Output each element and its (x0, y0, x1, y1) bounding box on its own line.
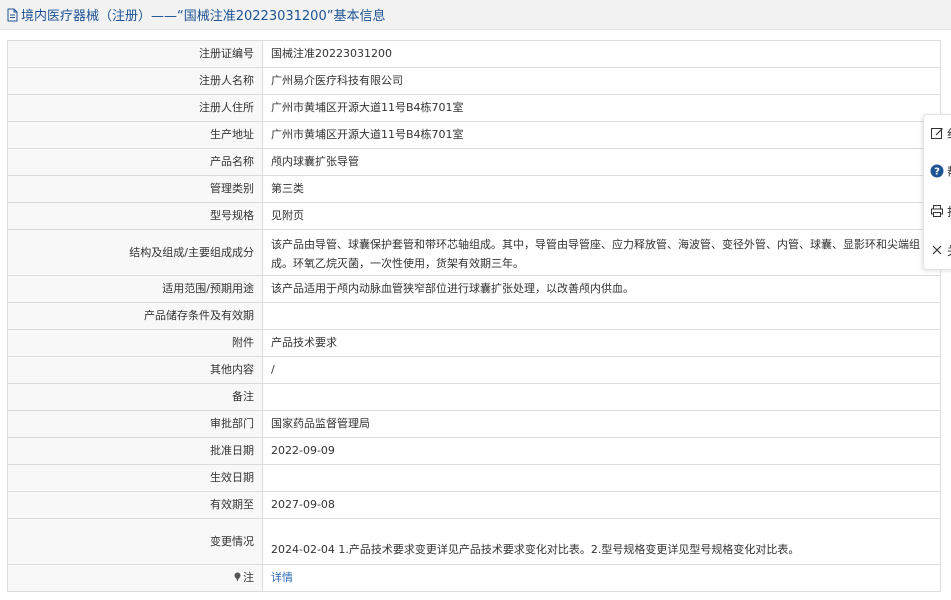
field-label: 备注 (7, 383, 263, 411)
field-value: 2024-02-04 1.产品技术要求变更详见产品技术要求变化对比表。2.型号规… (262, 518, 941, 565)
field-label: 变更情况 (7, 518, 263, 565)
edit-icon (930, 126, 944, 140)
table-row: 注册人名称 广州易介医疗科技有限公司 (7, 67, 941, 95)
table-row: 生产地址 广州市黄埔区开源大道11号B4栋701室 (7, 121, 941, 149)
field-label: 产品储存条件及有效期 (7, 302, 263, 330)
field-value: 该产品适用于颅内动脉血管狭窄部位进行球囊扩张处理，以改善颅内供血。 (262, 275, 941, 303)
field-label: 适用范围/预期用途 (7, 275, 263, 303)
field-label: 管理类别 (7, 175, 263, 203)
field-value (262, 464, 941, 492)
field-value: 广州易介医疗科技有限公司 (262, 67, 941, 95)
page-title: 境内医疗器械（注册）——“国械注准20223031200”基本信息 (21, 9, 386, 24)
table-row: 附件 产品技术要求 (7, 329, 941, 357)
field-value: 产品技术要求 (262, 329, 941, 357)
field-value: 颅内球囊扩张导管 (262, 148, 941, 176)
field-value: 国家药品监督管理局 (262, 410, 941, 438)
toolbar-label: 打 (947, 203, 951, 220)
note-label: 注 (243, 571, 254, 584)
correction-button[interactable]: 纠 (930, 121, 951, 145)
field-label: 附件 (7, 329, 263, 357)
table-row: 管理类别 第三类 (7, 175, 941, 203)
toolbar-label: 纠 (947, 125, 951, 142)
field-value: 该产品由导管、球囊保护套管和带环芯轴组成。其中，导管由导管座、应力释放管、海波管… (262, 229, 941, 276)
toolbar-label: 关 (947, 242, 951, 259)
field-value: 详情 (262, 564, 941, 592)
field-label: 有效期至 (7, 491, 263, 519)
field-value: 2027-09-08 (262, 491, 941, 519)
field-label: 生产地址 (7, 121, 263, 149)
close-icon (930, 243, 944, 257)
table-row: 产品储存条件及有效期 (7, 302, 941, 330)
field-label: 产品名称 (7, 148, 263, 176)
toolbar-label: 帮 (947, 163, 951, 180)
table-row: 结构及组成/主要组成成分 该产品由导管、球囊保护套管和带环芯轴组成。其中，导管由… (7, 229, 941, 276)
close-button[interactable]: 关 (930, 238, 951, 262)
field-value: 2022-09-09 (262, 437, 941, 465)
svg-text:?: ? (934, 167, 940, 178)
field-label: 注册证编号 (7, 40, 263, 68)
table-row: 审批部门 国家药品监督管理局 (7, 410, 941, 438)
page-header: 境内医疗器械（注册）——“国械注准20223031200”基本信息 (0, 0, 951, 30)
field-label: 批准日期 (7, 437, 263, 465)
table-row: 批准日期 2022-09-09 (7, 437, 941, 465)
floating-toolbar: 纠 ? 帮 打 关 (923, 114, 951, 270)
field-label: 审批部门 (7, 410, 263, 438)
note-label-cell: 注 (7, 564, 263, 592)
table-row: 变更情况 2024-02-04 1.产品技术要求变更详见产品技术要求变化对比表。… (7, 518, 941, 565)
table-row: 注册人住所 广州市黄埔区开源大道11号B4栋701室 (7, 94, 941, 122)
table-row: 生效日期 (7, 464, 941, 492)
field-label: 生效日期 (7, 464, 263, 492)
print-icon (930, 204, 944, 218)
field-label: 注册人住所 (7, 94, 263, 122)
field-value (262, 383, 941, 411)
table-row: 产品名称 颅内球囊扩张导管 (7, 148, 941, 176)
field-value: / (262, 356, 941, 384)
field-label: 注册人名称 (7, 67, 263, 95)
field-value (262, 302, 941, 330)
table-row: 其他内容 / (7, 356, 941, 384)
table-row: 注 详情 (7, 564, 941, 592)
table-row: 备注 (7, 383, 941, 411)
document-icon (6, 8, 19, 22)
field-label: 型号规格 (7, 202, 263, 230)
field-value: 第三类 (262, 175, 941, 203)
table-row: 型号规格 见附页 (7, 202, 941, 230)
details-link[interactable]: 详情 (271, 571, 293, 584)
table-row: 适用范围/预期用途 该产品适用于颅内动脉血管狭窄部位进行球囊扩张处理，以改善颅内… (7, 275, 941, 303)
field-value: 见附页 (262, 202, 941, 230)
registration-info-table: 注册证编号 国械注准20223031200 注册人名称 广州易介医疗科技有限公司… (7, 40, 941, 592)
field-value: 广州市黄埔区开源大道11号B4栋701室 (262, 121, 941, 149)
help-icon: ? (930, 164, 944, 178)
table-row: 有效期至 2027-09-08 (7, 491, 941, 519)
field-label: 结构及组成/主要组成成分 (7, 229, 263, 276)
pin-icon (233, 570, 242, 582)
table-row: 注册证编号 国械注准20223031200 (7, 40, 941, 68)
field-value: 国械注准20223031200 (262, 40, 941, 68)
field-label: 其他内容 (7, 356, 263, 384)
help-button[interactable]: ? 帮 (930, 159, 951, 183)
field-value: 广州市黄埔区开源大道11号B4栋701室 (262, 94, 941, 122)
print-button[interactable]: 打 (930, 199, 951, 223)
